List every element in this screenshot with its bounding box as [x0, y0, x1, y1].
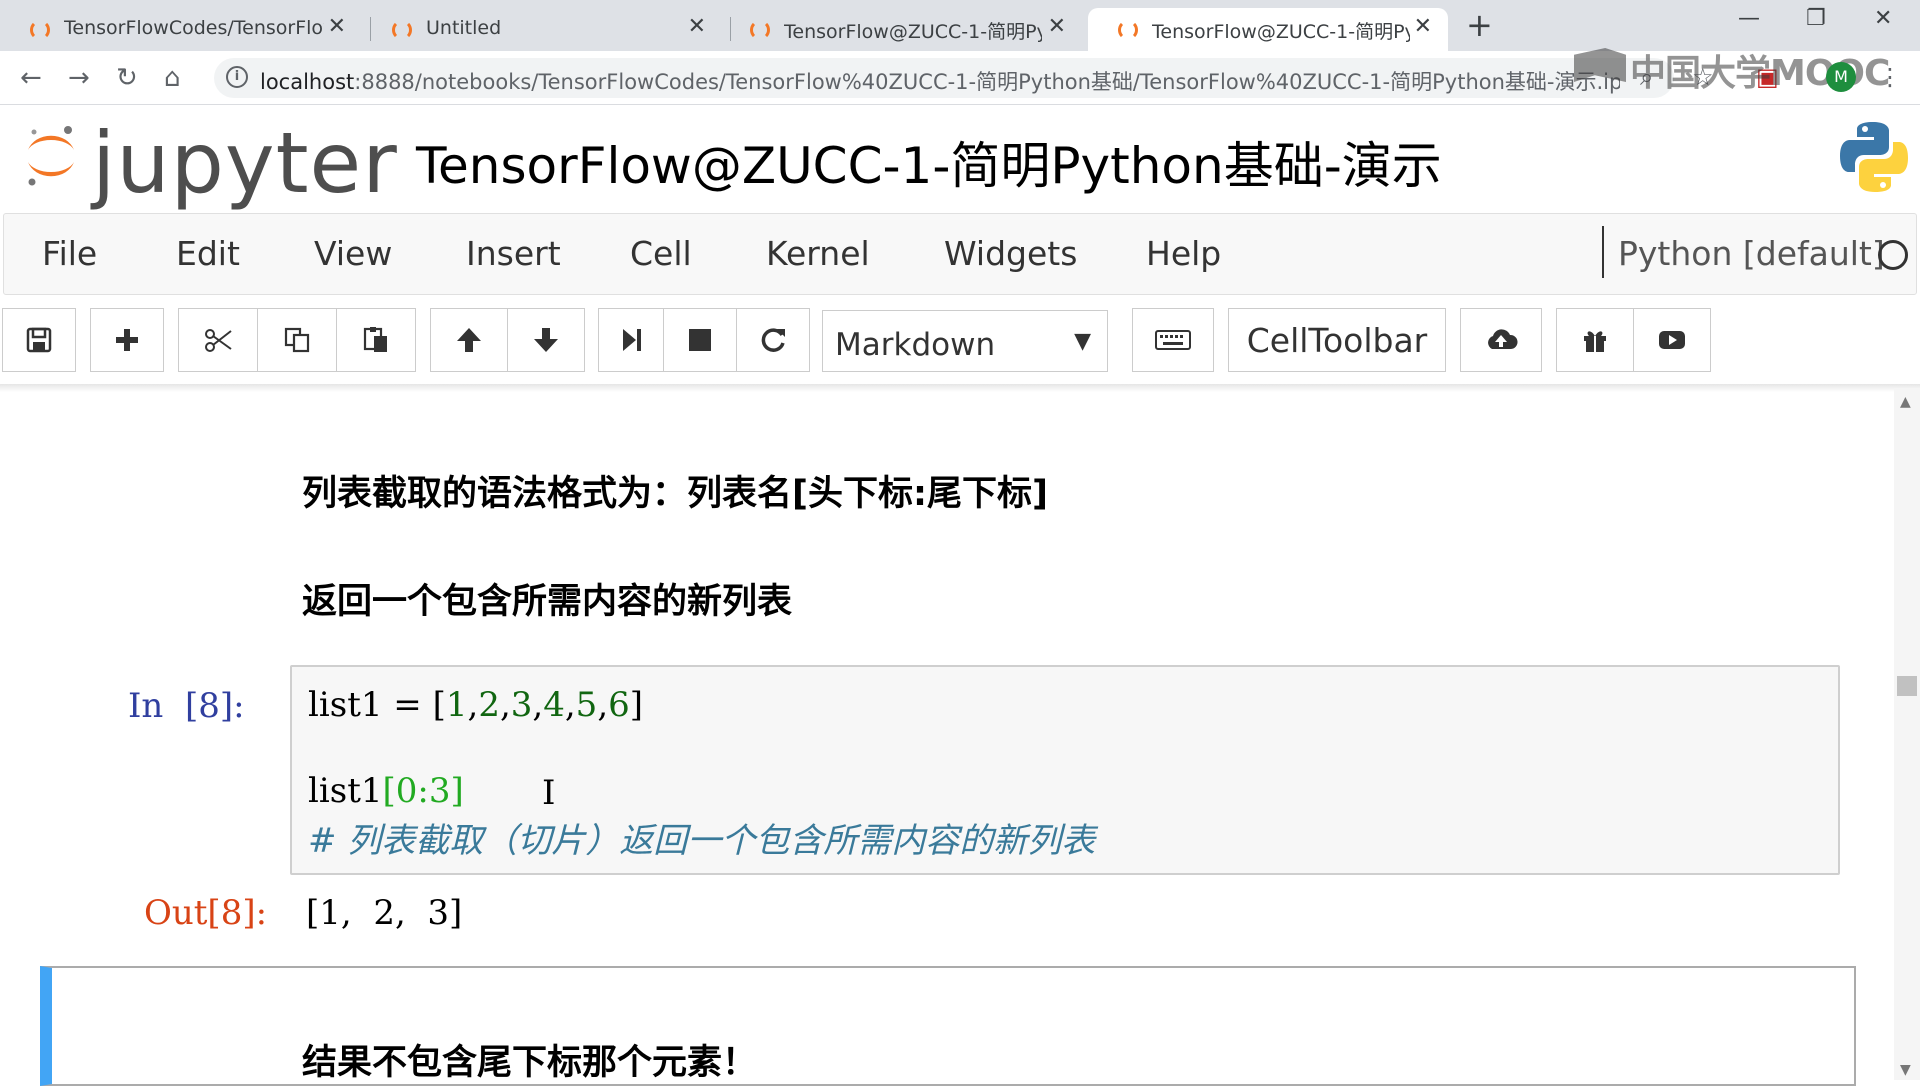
- paste-button[interactable]: [336, 308, 416, 372]
- browser-tab-3[interactable]: TensorFlow@ZUCC-1-简明Pyt ✕: [720, 8, 1082, 51]
- save-icon: [26, 327, 52, 353]
- markdown-cell-syntax: 列表截取的语法格式为：列表名[头下标:尾下标]: [302, 474, 1048, 514]
- tab-title: TensorFlow@ZUCC-1-简明Pyt: [784, 21, 1042, 43]
- output-prompt: Out[8]:: [144, 893, 268, 933]
- browser-tab-4-active[interactable]: TensorFlow@ZUCC-1-简明Pyt ✕: [1088, 8, 1448, 51]
- input-prompt: In [8]:: [128, 686, 245, 726]
- scrollbar-thumb[interactable]: [1897, 676, 1917, 696]
- new-tab-icon[interactable]: +: [1466, 6, 1493, 44]
- celltoolbar-button[interactable]: CellToolbar: [1228, 308, 1446, 372]
- run-button[interactable]: [598, 308, 664, 372]
- selected-markdown-cell[interactable]: 结果不包含尾下标那个元素！: [40, 966, 1856, 1086]
- home-icon[interactable]: ⌂: [164, 63, 181, 93]
- tab-title: TensorFlow@ZUCC-1-简明Pyt: [1152, 21, 1410, 43]
- jupyter-favicon-icon: [750, 20, 770, 40]
- jupyter-favicon-icon: [1118, 20, 1138, 40]
- cell-type-select[interactable]: Markdown ▼: [822, 310, 1108, 372]
- header-shadow: [0, 384, 1920, 392]
- chevron-down-icon: ▼: [1074, 329, 1091, 354]
- scroll-up-icon[interactable]: ▲: [1900, 394, 1911, 410]
- menu-kernel[interactable]: Kernel: [766, 234, 870, 273]
- forward-arrow-icon[interactable]: →: [68, 63, 90, 93]
- url-text: localhost:8888/notebooks/TensorFlowCodes…: [260, 70, 1620, 94]
- jupyter-logo-text[interactable]: jupyter: [92, 114, 398, 212]
- code-comment: # 列表截取（切片）返回一个包含所需内容的新列表: [308, 821, 1096, 861]
- cell-type-value: Markdown: [835, 327, 996, 363]
- copy-button[interactable]: [257, 308, 337, 372]
- close-window-icon[interactable]: ✕: [1874, 6, 1892, 31]
- interrupt-button[interactable]: [663, 308, 737, 372]
- back-arrow-icon[interactable]: ←: [20, 63, 42, 93]
- scroll-down-icon[interactable]: ▼: [1900, 1062, 1911, 1078]
- menu-widgets[interactable]: Widgets: [944, 234, 1077, 273]
- close-tab-icon[interactable]: ✕: [1414, 14, 1432, 39]
- browser-tab-1[interactable]: TensorFlowCodes/TensorFlow ✕: [0, 8, 362, 51]
- jupyter-header: jupyter TensorFlow@ZUCC-1-简明Python基础-演示: [0, 106, 1920, 212]
- code-line-1: list1 = [1,2,3,4,5,6]: [308, 685, 644, 725]
- browser-tab-2[interactable]: Untitled ✕: [362, 8, 722, 51]
- kernel-divider: [1602, 226, 1604, 278]
- cell-output: [1, 2, 3]: [306, 893, 463, 933]
- text-cursor-icon: I: [542, 773, 556, 813]
- close-tab-icon[interactable]: ✕: [328, 14, 346, 39]
- move-up-button[interactable]: [430, 308, 508, 372]
- tab-title: Untitled: [426, 17, 502, 39]
- menu-help[interactable]: Help: [1146, 234, 1221, 273]
- notebook-title[interactable]: TensorFlow@ZUCC-1-简明Python基础-演示: [416, 126, 1442, 198]
- gift-icon: [1584, 331, 1606, 352]
- save-button[interactable]: [2, 308, 76, 372]
- gift-button[interactable]: [1556, 308, 1634, 372]
- tab-title: TensorFlowCodes/TensorFlow: [64, 17, 324, 39]
- code-cell-editor[interactable]: list1 = [1,2,3,4,5,6] list1[0:3] # 列表截取（…: [290, 665, 1840, 875]
- markdown-cell-returns: 返回一个包含所需内容的新列表: [302, 582, 793, 622]
- close-tab-icon[interactable]: ✕: [688, 14, 706, 39]
- cut-button[interactable]: [178, 308, 258, 372]
- minimize-window-icon[interactable]: —: [1738, 6, 1760, 31]
- command-palette-button[interactable]: [1132, 308, 1214, 372]
- upload-button[interactable]: [1460, 308, 1542, 372]
- scissors-icon: [205, 329, 232, 352]
- menu-insert[interactable]: Insert: [466, 234, 561, 273]
- stop-icon: [689, 329, 711, 351]
- url-field[interactable]: i localhost:8888/notebooks/TensorFlowCod…: [214, 58, 1674, 98]
- restart-kernel-button[interactable]: [736, 308, 810, 372]
- notebook-menubar: File Edit View Insert Cell Kernel Widget…: [3, 213, 1917, 295]
- close-tab-icon[interactable]: ✕: [1048, 14, 1066, 39]
- step-forward-icon: [623, 329, 641, 351]
- code-line-2: list1[0:3]: [308, 771, 464, 811]
- keyboard-icon: [1155, 330, 1191, 350]
- slideshow-button[interactable]: [1633, 308, 1711, 372]
- notebook-scrollbar[interactable]: ▲ ▼: [1894, 388, 1920, 1080]
- jupyter-favicon-icon: [392, 20, 412, 40]
- reload-icon[interactable]: ↻: [116, 63, 138, 93]
- profile-avatar[interactable]: M: [1826, 62, 1856, 92]
- site-info-icon[interactable]: i: [226, 66, 248, 88]
- youtube-play-icon: [1659, 331, 1685, 349]
- menu-cell[interactable]: Cell: [630, 234, 692, 273]
- jupyter-logo-icon[interactable]: [24, 124, 78, 186]
- restore-window-icon[interactable]: ❐: [1806, 6, 1826, 31]
- arrow-up-icon: [457, 328, 481, 352]
- paste-icon: [363, 327, 387, 352]
- kernel-idle-indicator-icon: [1878, 240, 1908, 270]
- copy-icon: [284, 327, 310, 353]
- kernel-name[interactable]: Python [default]: [1618, 234, 1885, 273]
- python-logo-icon: [1840, 122, 1908, 192]
- insert-cell-button[interactable]: [90, 308, 164, 372]
- plus-icon: [116, 329, 138, 351]
- menu-view[interactable]: View: [314, 234, 392, 273]
- notebook-toolbar: Markdown ▼ CellToolbar: [0, 308, 1920, 374]
- celltoolbar-label: CellToolbar: [1246, 320, 1428, 360]
- cloud-upload-icon: [1488, 329, 1518, 349]
- menu-edit[interactable]: Edit: [176, 234, 240, 273]
- markdown-cell-note: 结果不包含尾下标那个元素！: [302, 1043, 758, 1083]
- jupyter-favicon-icon: [30, 20, 50, 40]
- menu-file[interactable]: File: [42, 234, 97, 273]
- refresh-icon: [761, 328, 785, 352]
- move-down-button[interactable]: [507, 308, 585, 372]
- arrow-down-icon: [534, 328, 558, 352]
